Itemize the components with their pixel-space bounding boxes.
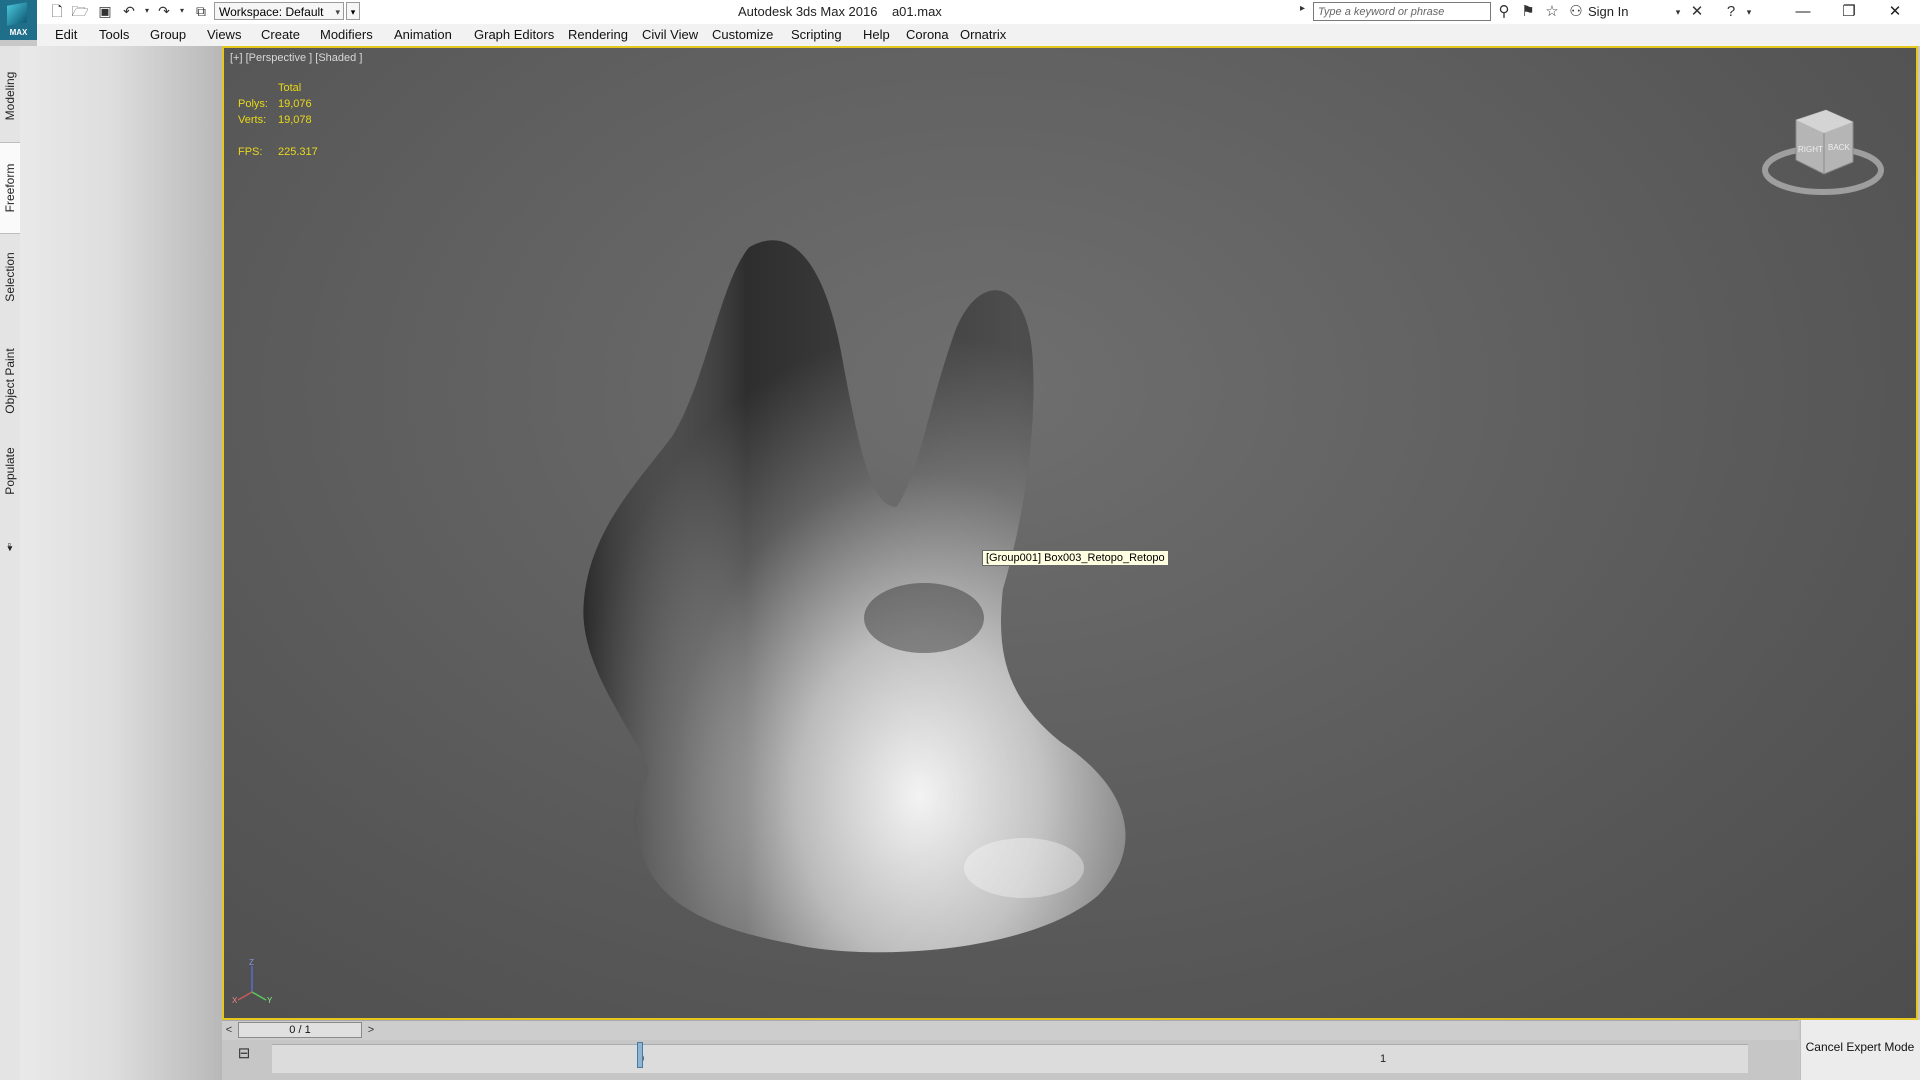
tab-freeform[interactable]: Freeform (0, 142, 20, 234)
stats-header: Total (278, 82, 302, 94)
cancel-expert-mode-button[interactable]: Cancel Expert Mode (1800, 1040, 1920, 1054)
app-menu-button[interactable]: MAX (0, 0, 37, 40)
viewport-object-mesh[interactable] (224, 48, 1916, 1018)
workspace-menu-button[interactable]: ▾ (346, 2, 360, 20)
axis-x-label: X (232, 996, 238, 1005)
file-name: a01.max (891, 4, 942, 19)
time-next-button[interactable]: > (364, 1022, 378, 1038)
stats-polys-value: 19,076 (278, 98, 312, 110)
axis-tripod-icon: Z X Y (232, 958, 273, 1005)
menu-ornatrix[interactable]: Ornatrix (960, 27, 1006, 42)
tab-modeling[interactable]: Modeling (0, 56, 20, 136)
exchange-icon[interactable]: ✕ (1687, 2, 1707, 22)
help-dropdown-icon[interactable]: ▾ (1739, 2, 1759, 22)
help-icon[interactable]: ? (1721, 2, 1741, 22)
menu-civil-view[interactable]: Civil View (642, 27, 698, 42)
app-logo-text: MAX (9, 28, 28, 37)
save-icon[interactable]: ▣ (96, 2, 114, 20)
tick-label-end: 1 (1380, 1053, 1387, 1065)
sign-in-dropdown-icon[interactable]: ▾ (1668, 2, 1688, 22)
viewcube-icon[interactable]: RIGHT BACK (1758, 100, 1888, 200)
time-slider[interactable]: 0 / 1 (238, 1022, 362, 1038)
menu-corona[interactable]: Corona (906, 27, 949, 42)
close-icon[interactable]: ✕ (1872, 0, 1918, 24)
perspective-viewport[interactable]: [+] [Perspective ] [Shaded ] Total Polys… (222, 46, 1918, 1020)
stats-polys-label: Polys: (238, 98, 268, 110)
curve-editor-icon[interactable]: ⊟ (234, 1044, 254, 1064)
workspace-dropdown[interactable]: Workspace: Default ▾ (214, 2, 344, 20)
menu-edit[interactable]: Edit (55, 27, 77, 42)
menu-rendering[interactable]: Rendering (568, 27, 628, 42)
new-file-icon[interactable]: 🗋 (48, 2, 66, 20)
menu-animation[interactable]: Animation (394, 27, 452, 42)
time-slider-bar (222, 1020, 1798, 1041)
axis-y-label: Y (267, 996, 273, 1005)
undo-dropdown-icon[interactable]: ▾ (138, 2, 156, 20)
redo-icon[interactable]: ↷ (155, 2, 173, 20)
window-title: Autodesk 3ds Max 2016 a01.max (738, 4, 942, 19)
search-input[interactable]: Type a keyword or phrase (1313, 2, 1491, 21)
minimize-icon[interactable]: — (1780, 0, 1826, 24)
redo-dropdown-icon[interactable]: ▾ (173, 2, 191, 20)
menu-group[interactable]: Group (150, 27, 186, 42)
stats-fps-value: 225.317 (278, 146, 318, 158)
favorites-icon[interactable]: ⚑ (1518, 2, 1538, 22)
menu-views[interactable]: Views (207, 27, 241, 42)
menu-create[interactable]: Create (261, 27, 300, 42)
menu-help[interactable]: Help (863, 27, 890, 42)
viewcube-face-back: BACK (1828, 143, 1850, 152)
star-icon[interactable]: ☆ (1542, 2, 1562, 22)
time-marker[interactable] (637, 1042, 643, 1068)
binoculars-icon[interactable]: ⚲ (1494, 2, 1514, 22)
search-expand-icon[interactable]: ▸ (1300, 3, 1305, 14)
ribbon-toggle-icon[interactable]: ◂▫ (0, 530, 20, 564)
menu-scripting[interactable]: Scripting (791, 27, 842, 42)
tab-object-paint[interactable]: Object Paint (0, 336, 20, 426)
viewport-label[interactable]: [+] [Perspective ] [Shaded ] (230, 52, 362, 64)
axis-z-label: Z (249, 958, 254, 967)
tab-selection[interactable]: Selection (0, 242, 20, 312)
trackbar[interactable]: 0 1 (272, 1044, 1748, 1073)
ribbon-tabs: Modeling Freeform Selection Object Paint… (0, 46, 21, 1080)
stats-verts-value: 19,078 (278, 114, 312, 126)
time-prev-button[interactable]: < (222, 1022, 236, 1038)
user-icon[interactable]: ⚇ (1566, 2, 1586, 22)
workspace-label: Workspace: Default (219, 5, 324, 19)
chevron-down-icon: ▾ (335, 7, 340, 17)
menu-bar: Edit Tools Group Views Create Modifiers … (37, 24, 1920, 47)
menu-modifiers[interactable]: Modifiers (320, 27, 373, 42)
tab-populate[interactable]: Populate (0, 436, 20, 506)
menu-graph-editors[interactable]: Graph Editors (474, 27, 554, 42)
open-file-icon[interactable]: 🗁 (71, 2, 89, 20)
ribbon-panel (20, 46, 222, 1080)
sign-in-button[interactable]: Sign In (1588, 4, 1628, 19)
undo-icon[interactable]: ↶ (120, 2, 138, 20)
app-logo-icon (7, 2, 27, 26)
menu-customize[interactable]: Customize (712, 27, 773, 42)
restore-icon[interactable]: ❐ (1826, 0, 1872, 24)
menu-tools[interactable]: Tools (99, 27, 129, 42)
object-tooltip: [Group001] Box003_Retopo_Retopo (982, 550, 1169, 566)
project-folder-icon[interactable]: ⧉ (192, 2, 210, 20)
stats-verts-label: Verts: (238, 114, 267, 126)
app-name: Autodesk 3ds Max 2016 (738, 4, 878, 19)
stats-fps-label: FPS: (238, 146, 263, 158)
viewcube-face-right: RIGHT (1798, 145, 1823, 154)
